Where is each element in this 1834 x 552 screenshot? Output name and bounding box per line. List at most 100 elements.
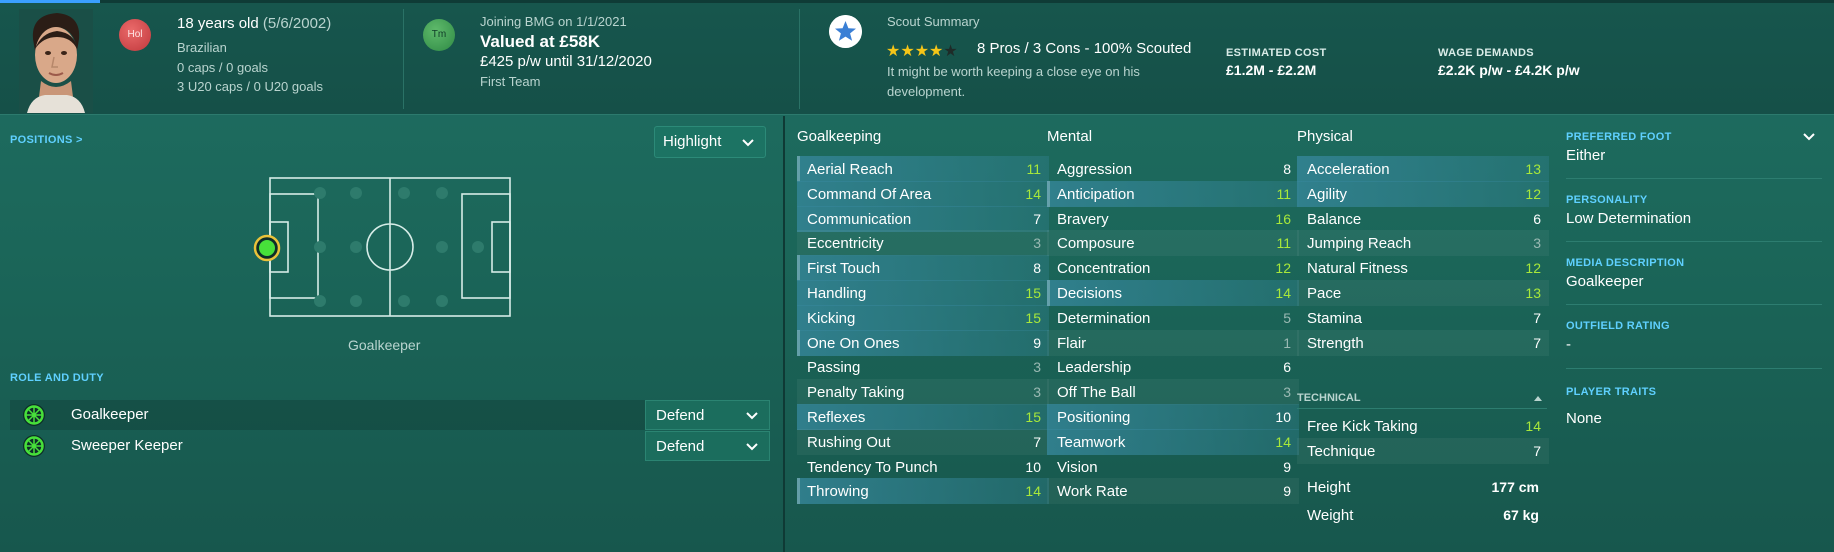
attribute-value: 12: [1275, 260, 1291, 277]
mental-attribute-row[interactable]: Work Rate 9: [1047, 478, 1299, 505]
physical-attribute-row[interactable]: Strength 7: [1297, 329, 1549, 356]
player-value: Valued at £58K: [480, 32, 601, 51]
attribute-name: Positioning: [1057, 409, 1131, 426]
goalkeeping-attribute-row[interactable]: Communication 7: [797, 205, 1049, 232]
attribute-value: 8: [1283, 161, 1291, 177]
age: 18 years old: [177, 15, 259, 32]
role-wheel-icon: [23, 404, 45, 426]
attribute-name: Bravery: [1057, 210, 1109, 228]
goalkeeping-attribute-row[interactable]: Eccentricity 3: [797, 230, 1049, 257]
goalkeeping-attribute-row[interactable]: Passing 3: [797, 354, 1049, 380]
outfield-rating-label: OUTFIELD RATING: [1566, 320, 1670, 332]
mental-attribute-row[interactable]: Bravery 16: [1047, 206, 1299, 232]
attribute-name: Aggression: [1057, 161, 1133, 178]
divider: [1566, 368, 1822, 369]
mental-attribute-row[interactable]: Flair 1: [1047, 329, 1299, 356]
positions-link[interactable]: POSITIONS >: [10, 134, 83, 146]
goalkeeping-attribute-row[interactable]: Aerial Reach 11: [797, 156, 1049, 182]
technical-attribute-row[interactable]: Technique 7: [1297, 437, 1549, 464]
divider: [1566, 241, 1822, 242]
goalkeeping-attribute-row[interactable]: Reflexes 15: [797, 404, 1049, 430]
role-row[interactable]: Sweeper Keeper Defend: [10, 431, 770, 461]
attribute-value: 15: [1025, 285, 1041, 301]
attribute-value: 3: [1033, 235, 1041, 252]
goalkeeping-attribute-row[interactable]: Tendency To Punch 10: [797, 454, 1049, 480]
attribute-name: Reflexes: [807, 409, 866, 426]
duty-dropdown[interactable]: Defend: [645, 431, 770, 461]
physical-attribute-row[interactable]: Jumping Reach 3: [1297, 230, 1549, 257]
goalkeeping-attribute-row[interactable]: One On Ones 9: [797, 329, 1049, 356]
goalkeeping-attribute-row[interactable]: First Touch 8: [797, 255, 1049, 282]
attribute-value: 14: [1525, 418, 1541, 434]
weight-label: Weight: [1307, 507, 1354, 524]
role-row[interactable]: Goalkeeper Defend: [10, 400, 770, 430]
preferred-foot-value: Either: [1566, 147, 1606, 164]
attribute-name: First Touch: [807, 260, 881, 278]
star-icon: ★: [914, 43, 930, 60]
attribute-name: Off The Ball: [1057, 384, 1136, 402]
physical-attribute-row[interactable]: Natural Fitness 12: [1297, 255, 1549, 281]
mental-attribute-row[interactable]: Concentration 12: [1047, 255, 1299, 281]
technical-attribute-row[interactable]: Free Kick Taking 14: [1297, 413, 1549, 439]
scout-pros-cons[interactable]: 8 Pros / 3 Cons - 100% Scouted: [977, 40, 1191, 57]
mental-attribute-row[interactable]: Aggression 8: [1047, 156, 1299, 182]
mental-attribute-row[interactable]: Leadership 6: [1047, 354, 1299, 380]
nationality[interactable]: Brazilian: [177, 40, 227, 55]
media-description-value: Goalkeeper: [1566, 273, 1644, 290]
attribute-value: 6: [1533, 210, 1541, 227]
height-value: 177 cm: [1491, 479, 1539, 495]
goalkeeping-attribute-row[interactable]: Kicking 15: [797, 304, 1049, 331]
goalkeeper-position-marker[interactable]: [253, 234, 281, 262]
club-badge[interactable]: Tm: [423, 19, 455, 51]
attribute-name: Composure: [1057, 235, 1135, 253]
attribute-value: 12: [1525, 185, 1541, 202]
mental-attribute-row[interactable]: Vision 9: [1047, 454, 1299, 480]
estimated-cost-value: £1.2M - £2.2M: [1226, 62, 1317, 78]
attribute-name: Penalty Taking: [807, 384, 905, 402]
mental-attribute-row[interactable]: Composure 11: [1047, 230, 1299, 257]
attribute-name: Passing: [807, 359, 861, 377]
attribute-value: 12: [1525, 260, 1541, 277]
goalkeeping-attribute-row[interactable]: Handling 15: [797, 280, 1049, 306]
attribute-value: 14: [1025, 185, 1041, 202]
height-row: Height 177 cm: [1297, 474, 1547, 500]
highlight-label: Highlight: [663, 133, 722, 150]
attribute-name: One On Ones: [807, 334, 900, 352]
goalkeeping-attribute-row[interactable]: Throwing 14: [797, 478, 1049, 505]
chevron-down-icon[interactable]: [1802, 131, 1816, 143]
attribute-value: 7: [1033, 433, 1041, 450]
goalkeeping-attribute-row[interactable]: Rushing Out 7: [797, 428, 1049, 455]
attribute-value: 13: [1525, 161, 1541, 177]
goalkeeping-attribute-row[interactable]: Command Of Area 14: [797, 180, 1049, 207]
nation-badge[interactable]: Hol: [119, 19, 151, 51]
mental-attribute-row[interactable]: Positioning 10: [1047, 404, 1299, 430]
role-name: Sweeper Keeper: [71, 437, 183, 454]
physical-attribute-row[interactable]: Stamina 7: [1297, 305, 1549, 331]
row-marker: [1047, 180, 1050, 207]
mental-attribute-row[interactable]: Anticipation 11: [1047, 180, 1299, 207]
physical-attribute-row[interactable]: Balance 6: [1297, 206, 1549, 232]
personality-value: Low Determination: [1566, 210, 1692, 227]
goalkeeping-attribute-row[interactable]: Penalty Taking 3: [797, 379, 1049, 406]
attribute-name: Determination: [1057, 309, 1151, 327]
mental-attribute-row[interactable]: Determination 5: [1047, 305, 1299, 331]
role-and-duty-title: ROLE AND DUTY: [10, 372, 104, 384]
attribute-name: Concentration: [1057, 260, 1151, 278]
physical-attribute-row[interactable]: Pace 13: [1297, 280, 1549, 306]
physical-attribute-row[interactable]: Acceleration 13: [1297, 156, 1549, 182]
mental-attribute-row[interactable]: Decisions 14: [1047, 280, 1299, 306]
mental-attribute-row[interactable]: Off The Ball 3: [1047, 379, 1299, 406]
mental-attribute-row[interactable]: Teamwork 14: [1047, 428, 1299, 455]
attribute-value: 13: [1525, 285, 1541, 301]
duty-label: Defend: [656, 438, 705, 455]
technical-header[interactable]: TECHNICAL: [1297, 392, 1547, 404]
attribute-name: Rushing Out: [807, 433, 891, 451]
physical-attribute-row[interactable]: Agility 12: [1297, 180, 1549, 207]
squad-status[interactable]: First Team: [480, 74, 540, 89]
scout-star-icon: [829, 15, 862, 48]
attribute-value: 5: [1283, 309, 1291, 326]
duty-dropdown[interactable]: Defend: [645, 400, 770, 430]
attribute-value: 16: [1275, 210, 1291, 227]
row-marker: [1047, 280, 1050, 306]
highlight-dropdown[interactable]: Highlight: [654, 126, 766, 158]
